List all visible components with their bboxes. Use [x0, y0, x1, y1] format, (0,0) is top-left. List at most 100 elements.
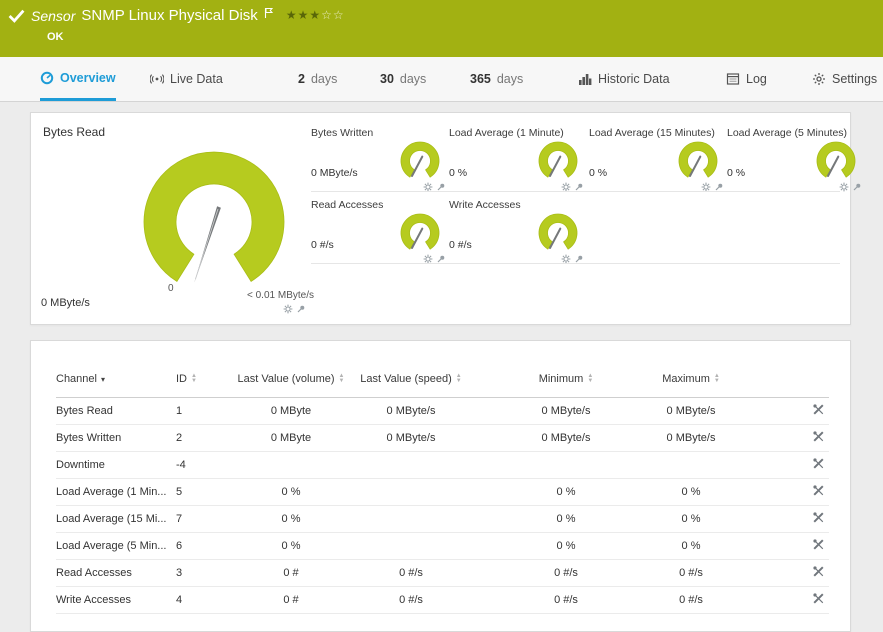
cell-id: -4: [176, 451, 236, 479]
flag-icon[interactable]: [264, 7, 274, 19]
overview-gauge-icon: [40, 71, 54, 85]
tab-overview[interactable]: Overview: [40, 57, 116, 101]
cell-last-value-volume: 0 MByte: [236, 397, 346, 425]
cell-minimum: [476, 451, 656, 479]
cell-channel: Bytes Written: [56, 424, 176, 452]
column-header-maximum[interactable]: Maximum ▲ ▼: [656, 369, 726, 398]
column-header-id[interactable]: ID ▲ ▼: [176, 369, 236, 398]
gauge-pin-icon[interactable]: [574, 251, 584, 269]
table-row: Bytes Read 1 0 MByte 0 MByte/s 0 MByte/s…: [56, 397, 829, 425]
tab-2-days[interactable]: 2 days: [298, 57, 337, 101]
cell-maximum: 0 %: [656, 505, 726, 533]
ok-check-icon: [8, 7, 25, 24]
cell-maximum: 0 MByte/s: [656, 424, 726, 452]
cell-last-value-volume: 0 #: [236, 559, 346, 587]
settings-gear-icon: [812, 72, 826, 86]
tab-label: days: [399, 72, 427, 86]
sort-desc-icon: ▾: [100, 375, 105, 384]
cell-last-value-speed: [346, 478, 476, 506]
channel-edit-icon[interactable]: [812, 512, 825, 527]
gauge-pin-icon[interactable]: [436, 251, 446, 269]
gauge-load-average-15-minutes: Load Average (15 Minutes) 0 %: [589, 127, 727, 192]
gauge-row-divider: [311, 263, 840, 264]
gauge-needle: [549, 227, 562, 249]
gauge-settings-gear-icon[interactable]: [839, 179, 849, 197]
gauge-pin-icon[interactable]: [714, 179, 724, 197]
gauge-write-accesses: Write Accesses 0 #/s: [449, 199, 587, 264]
cell-id: 5: [176, 478, 236, 506]
cell-last-value-speed: 0 #/s: [346, 559, 476, 587]
historic-data-chart-icon: [578, 72, 592, 86]
channel-edit-icon[interactable]: [812, 431, 825, 446]
gauge-label: Read Accesses: [311, 199, 384, 211]
cell-last-value-speed: 0 MByte/s: [346, 397, 476, 425]
cell-minimum: 0 %: [476, 532, 656, 560]
priority-star-rating[interactable]: ★★★☆☆: [286, 8, 345, 22]
channel-edit-icon[interactable]: [812, 485, 825, 500]
cell-minimum: 0 %: [476, 505, 656, 533]
table-row: Load Average (15 Mi... 7 0 % 0 % 0 %: [56, 505, 829, 533]
gauge-pin-icon[interactable]: [852, 179, 862, 197]
channel-edit-icon[interactable]: [812, 566, 825, 581]
tab-settings[interactable]: Settings: [812, 57, 877, 101]
gauge-needle: [549, 155, 562, 177]
cell-minimum: 0 MByte/s: [476, 424, 656, 452]
channel-edit-icon[interactable]: [812, 404, 825, 419]
cell-channel: Bytes Read: [56, 397, 176, 425]
tab-historic-data[interactable]: Historic Data: [578, 57, 670, 101]
gauge-label: Load Average (1 Minute): [449, 127, 564, 139]
tab-365-days[interactable]: 365 days: [470, 57, 523, 101]
tab-live-data[interactable]: Live Data: [150, 57, 223, 101]
gauge-label: Write Accesses: [449, 199, 521, 211]
tab-bar: Overview Live Data 2 days 30 days 365 da…: [0, 57, 883, 102]
cell-channel: Load Average (15 Mi...: [56, 505, 176, 533]
table-header-row: Channel ▾ ID ▲ ▼ Last Value (volume) ▲ ▼ Last…: [56, 369, 829, 398]
cell-minimum: 0 MByte/s: [476, 397, 656, 425]
column-header-minimum[interactable]: Minimum ▲ ▼: [476, 369, 656, 398]
column-header-last-value-volume[interactable]: Last Value (volume) ▲ ▼: [236, 369, 346, 398]
gauge-settings-gear-icon[interactable]: [701, 179, 711, 197]
channels-table: Channel ▾ ID ▲ ▼ Last Value (volume) ▲ ▼ Last…: [56, 369, 829, 614]
sensor-header: Sensor SNMP Linux Physical Disk ★★★☆☆ OK: [0, 0, 883, 57]
table-row: Load Average (1 Min... 5 0 % 0 % 0 %: [56, 478, 829, 506]
column-header-last-value-speed[interactable]: Last Value (speed) ▲ ▼: [346, 369, 476, 398]
cell-maximum: 0 %: [656, 478, 726, 506]
cell-last-value-volume: 0 %: [236, 532, 346, 560]
gauge-needle: [689, 155, 702, 177]
cell-id: 2: [176, 424, 236, 452]
channel-edit-icon[interactable]: [812, 539, 825, 554]
cell-id: 6: [176, 532, 236, 560]
status-badge: OK: [47, 31, 64, 43]
column-label: Last Value (speed): [360, 373, 452, 385]
channel-edit-icon[interactable]: [812, 593, 825, 608]
channels-table-panel: Channel ▾ ID ▲ ▼ Last Value (volume) ▲ ▼ Last…: [30, 340, 851, 632]
gauge-label: Bytes Written: [311, 127, 374, 139]
gauge-settings-gear-icon[interactable]: [423, 251, 433, 269]
gauge-needle: [827, 155, 840, 177]
tab-30-days[interactable]: 30 days: [380, 57, 426, 101]
gauge-pin-icon[interactable]: [296, 301, 306, 319]
gauge-label: Load Average (15 Minutes): [589, 127, 715, 139]
column-header-channel[interactable]: Channel ▾: [56, 369, 176, 398]
gauge-settings-gear-icon[interactable]: [423, 179, 433, 197]
tab-log[interactable]: Log: [726, 57, 767, 101]
gauge-value: 0 MByte/s: [311, 167, 358, 179]
cell-maximum: 0 #/s: [656, 586, 726, 614]
gauge-read-accesses: Read Accesses 0 #/s: [311, 199, 449, 264]
gauge-pin-icon[interactable]: [436, 179, 446, 197]
gauge-settings-gear-icon[interactable]: [283, 301, 293, 319]
gauge-settings-gear-icon[interactable]: [561, 251, 571, 269]
column-label: Last Value (volume): [237, 373, 335, 385]
gauge-load-average-5-minutes: Load Average (5 Minutes) 0 %: [727, 127, 865, 192]
gauge-pin-icon[interactable]: [574, 179, 584, 197]
table-row: Downtime -4: [56, 451, 829, 479]
cell-id: 4: [176, 586, 236, 614]
column-label: ID: [176, 373, 187, 385]
tab-label: Historic Data: [598, 72, 670, 86]
channel-edit-icon[interactable]: [812, 458, 825, 473]
table-row: Write Accesses 4 0 # 0 #/s 0 #/s 0 #/s: [56, 586, 829, 614]
log-window-icon: [726, 72, 740, 86]
main-gauge-label: Bytes Read: [43, 125, 106, 139]
gauge-settings-gear-icon[interactable]: [561, 179, 571, 197]
main-gauge-scale-min: 0: [168, 283, 174, 294]
